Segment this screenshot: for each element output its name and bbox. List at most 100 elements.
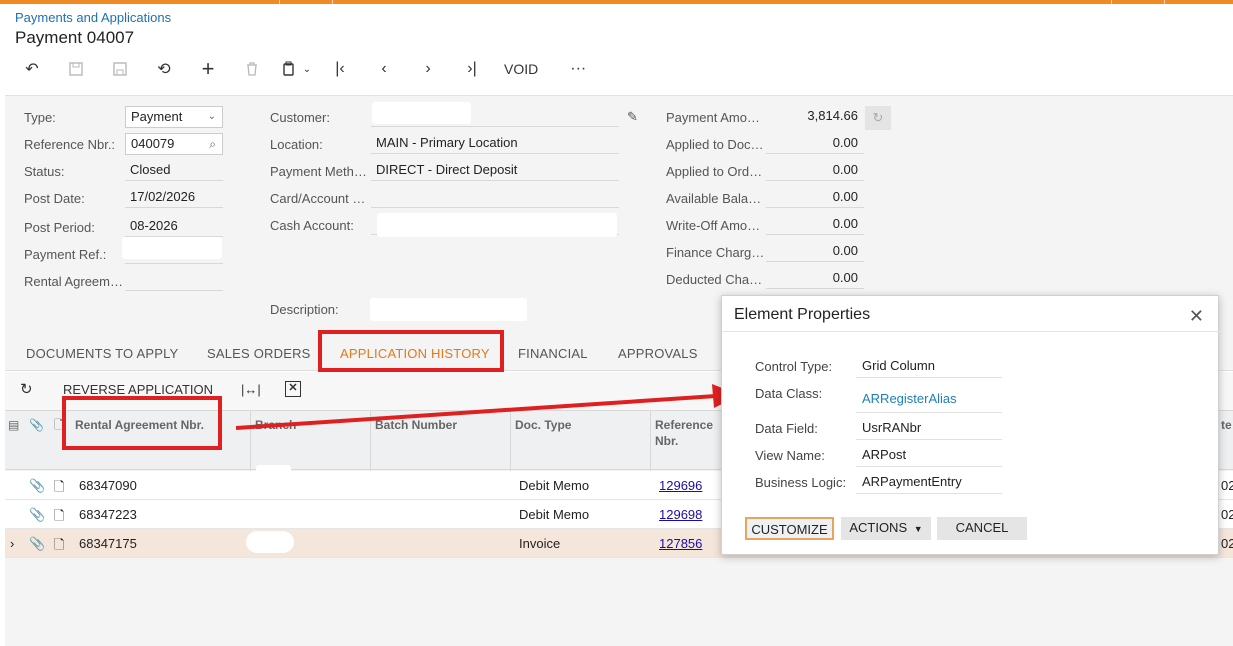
more-icon[interactable]: ··· bbox=[556, 56, 600, 82]
tab-approvals[interactable]: APPROVALS bbox=[618, 346, 698, 361]
card-field[interactable] bbox=[371, 187, 619, 208]
search-icon[interactable]: ⌕ bbox=[209, 134, 216, 154]
attachment-icon[interactable]: 📎 bbox=[29, 536, 45, 552]
card-label: Card/Account … bbox=[270, 191, 366, 206]
export-excel-icon[interactable]: ✕ bbox=[285, 381, 301, 397]
tab-financial[interactable]: FINANCIAL bbox=[518, 346, 588, 361]
desc-label: Description: bbox=[270, 302, 339, 317]
first-record-icon[interactable]: |‹ bbox=[318, 56, 362, 82]
amount-value: 3,814.66 bbox=[807, 108, 858, 123]
main-toolbar: ↶ ⟲ + ⌄ |‹ ‹ › ›| VOID ··· bbox=[10, 56, 600, 82]
control-type-value: Grid Column bbox=[856, 356, 1002, 378]
redaction bbox=[122, 237, 222, 259]
status-value: Closed bbox=[125, 160, 223, 181]
back-icon[interactable]: ↶ bbox=[10, 56, 54, 82]
reference-link[interactable]: 129696 bbox=[659, 478, 702, 493]
rental-label: Rental Agreem… bbox=[24, 274, 123, 289]
refresh-icon[interactable]: ↻ bbox=[865, 106, 891, 130]
fit-columns-icon[interactable]: |↔| bbox=[241, 382, 261, 397]
doctype-cell: Invoice bbox=[519, 536, 561, 551]
rental-cell: 68347090 bbox=[79, 478, 137, 493]
amount-label: Available Bala… bbox=[666, 191, 762, 206]
edit-icon[interactable]: ✎ bbox=[627, 109, 638, 125]
tab-sales-orders[interactable]: SALES ORDERS bbox=[207, 346, 311, 361]
postperiod-label: Post Period: bbox=[24, 220, 95, 235]
dialog-title: Element Properties bbox=[734, 306, 871, 323]
col-branch[interactable]: Branch bbox=[255, 417, 296, 433]
rental-field[interactable] bbox=[125, 270, 223, 291]
data-class-link[interactable]: ARRegisterAlias bbox=[856, 386, 1002, 413]
view-name-label: View Name: bbox=[755, 448, 825, 463]
close-icon[interactable]: ✕ bbox=[1189, 306, 1204, 327]
save-icon[interactable] bbox=[98, 56, 142, 82]
copy-paste-icon[interactable]: ⌄ bbox=[274, 56, 318, 82]
postdate-value[interactable]: 17/02/2026 bbox=[125, 187, 223, 208]
customer-label: Customer: bbox=[270, 110, 330, 125]
refnbr-value: 040079 bbox=[131, 136, 175, 151]
postperiod-value[interactable]: 08-2026 bbox=[125, 216, 223, 237]
reverse-application-button[interactable]: REVERSE APPLICATION bbox=[63, 382, 213, 397]
data-class-label: Data Class: bbox=[755, 386, 823, 401]
last-record-icon[interactable]: ›| bbox=[450, 56, 494, 82]
void-button[interactable]: VOID bbox=[494, 61, 556, 77]
redaction bbox=[377, 213, 617, 237]
date-cell: 02 bbox=[1221, 507, 1233, 522]
amount-value: 0.00 bbox=[766, 160, 864, 181]
delete-icon[interactable] bbox=[230, 56, 274, 82]
amount-value: 0.00 bbox=[766, 214, 864, 235]
payref-label: Payment Ref.: bbox=[24, 247, 107, 262]
data-field-label: Data Field: bbox=[755, 421, 818, 436]
chevron-down-icon: ⌄ bbox=[302, 63, 312, 75]
undo-icon[interactable]: ⟲ bbox=[142, 56, 186, 82]
amount-value: 0.00 bbox=[766, 133, 864, 154]
type-select[interactable]: Payment ⌄ bbox=[125, 106, 223, 128]
top-accent-bar bbox=[0, 0, 1233, 4]
actions-button[interactable]: ACTIONS ▼ bbox=[841, 517, 931, 540]
reference-link[interactable]: 127856 bbox=[659, 536, 702, 551]
col-reference-nbr[interactable]: Reference Nbr. bbox=[655, 417, 720, 449]
row-selector-icon[interactable]: ▤ bbox=[8, 417, 19, 433]
attachment-icon[interactable]: 📎 bbox=[29, 507, 45, 523]
redaction bbox=[256, 465, 291, 491]
redaction bbox=[370, 298, 527, 322]
col-doc-type[interactable]: Doc. Type bbox=[515, 417, 571, 433]
add-icon[interactable]: + bbox=[186, 56, 230, 82]
cash-label: Cash Account: bbox=[270, 218, 354, 233]
tab-documents-to-apply[interactable]: DOCUMENTS TO APPLY bbox=[26, 346, 178, 361]
amount-value: 0.00 bbox=[766, 241, 864, 262]
redaction bbox=[143, 26, 250, 48]
actions-label: ACTIONS bbox=[849, 520, 908, 535]
date-cell: 02 bbox=[1221, 478, 1233, 493]
note-icon[interactable]: 🗋 bbox=[54, 536, 64, 558]
cancel-button[interactable]: CANCEL bbox=[937, 517, 1027, 540]
amount-value: 0.00 bbox=[766, 268, 864, 289]
location-value[interactable]: MAIN - Primary Location bbox=[371, 133, 619, 154]
amount-label: Payment Amo… bbox=[666, 110, 760, 125]
refresh-icon[interactable]: ↻ bbox=[20, 380, 33, 398]
location-label: Location: bbox=[270, 137, 323, 152]
data-field-value: UsrRANbr bbox=[856, 418, 1002, 440]
col-date[interactable]: te bbox=[1221, 417, 1232, 433]
note-icon[interactable]: 🗋 bbox=[54, 507, 64, 529]
col-batch-number[interactable]: Batch Number bbox=[375, 417, 457, 433]
business-logic-value: ARPaymentEntry bbox=[856, 472, 1002, 494]
breadcrumb[interactable]: Payments and Applications bbox=[15, 10, 171, 25]
reference-link[interactable]: 129698 bbox=[659, 507, 702, 522]
tab-highlight-box bbox=[318, 330, 504, 372]
note-icon[interactable]: 🗋 bbox=[54, 478, 64, 500]
type-value: Payment bbox=[131, 109, 183, 124]
rental-cell: 68347223 bbox=[79, 507, 137, 522]
view-name-value: ARPost bbox=[856, 445, 1002, 467]
attachment-icon[interactable]: 📎 bbox=[29, 478, 45, 494]
customize-button[interactable]: CUSTOMIZE bbox=[745, 517, 834, 540]
paymeth-value[interactable]: DIRECT - Direct Deposit bbox=[371, 160, 619, 181]
postdate-label: Post Date: bbox=[24, 191, 85, 206]
redaction bbox=[246, 531, 294, 553]
summary-form: Type: Payment ⌄ Reference Nbr.: 040079 ⌕ S… bbox=[5, 95, 1233, 322]
amount-label: Applied to Doc… bbox=[666, 137, 764, 152]
redaction bbox=[372, 102, 471, 124]
next-record-icon[interactable]: › bbox=[406, 56, 450, 82]
refnbr-input[interactable]: 040079 ⌕ bbox=[125, 133, 223, 155]
previous-record-icon[interactable]: ‹ bbox=[362, 56, 406, 82]
save-close-icon[interactable] bbox=[54, 56, 98, 82]
